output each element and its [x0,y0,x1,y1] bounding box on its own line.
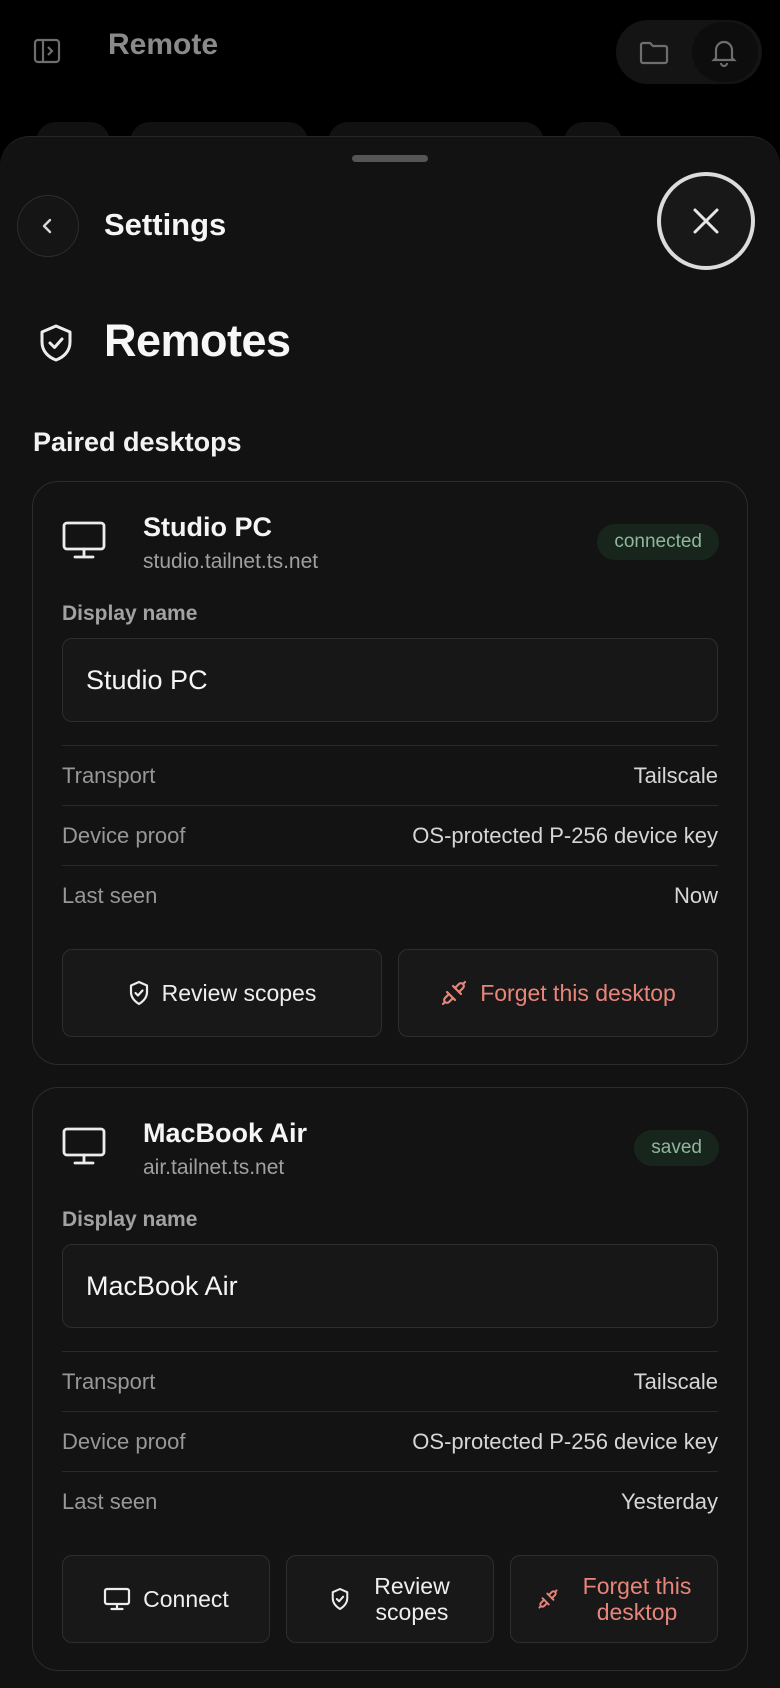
forget-desktop-button[interactable]: Forget this desktop [510,1555,718,1643]
info-row-last-seen: Last seen Now [62,865,718,925]
subsection-title: Paired desktops [33,427,242,457]
review-scopes-button[interactable]: Review scopes [286,1555,494,1643]
info-row-device-proof: Device proof OS-protected P-256 device k… [62,1411,718,1471]
desktop-name: Studio PC [143,512,272,542]
unplug-icon [442,980,467,1006]
close-button[interactable] [657,172,755,270]
row-value: Now [673,882,718,908]
desktop-card: Studio PC studio.tailnet.ts.net connecte… [32,481,748,1065]
desktop-host: studio.tailnet.ts.net [143,550,319,573]
close-icon [693,208,719,234]
button-label: Forget this desktop [571,1573,692,1625]
bell-icon[interactable] [708,36,740,68]
button-label: Review scopes [362,1573,449,1625]
shield-check-icon [129,980,148,1006]
row-value: OS-protected P-256 device key [412,822,718,848]
settings-sheet: Settings Remotes Paired desktops Studio … [0,136,780,1688]
row-value: Tailscale [633,1368,718,1394]
row-value: Yesterday [620,1488,718,1514]
row-value: OS-protected P-256 device key [412,1428,718,1454]
shield-check-icon [40,324,72,362]
button-label: Review scopes [161,980,317,1006]
back-button[interactable] [17,195,79,257]
button-label-line: Review [374,1573,450,1599]
info-row-transport: Transport Tailscale [62,745,718,805]
unplug-icon [538,1589,558,1609]
button-label-line: Forget this [582,1573,692,1599]
button-label: Connect [143,1586,229,1612]
row-label: Transport [62,1368,156,1394]
sheet-title: Settings [104,207,227,242]
status-badge: connected [597,524,719,560]
row-label: Device proof [62,822,186,848]
section-title: Remotes [104,315,291,366]
folder-icon[interactable] [638,36,670,68]
row-label: Last seen [62,882,158,908]
desktop-name: MacBook Air [143,1118,308,1148]
display-name-label: Display name [62,602,198,625]
sheet-grabber[interactable] [352,155,428,162]
info-row-last-seen: Last seen Yesterday [62,1471,718,1531]
review-scopes-button[interactable]: Review scopes [62,949,382,1037]
chevron-left-icon [42,218,52,234]
desktop-card: MacBook Air air.tailnet.ts.net saved Dis… [32,1087,748,1671]
button-label: Forget this desktop [480,980,676,1006]
app-header: Remote [0,0,780,162]
row-label: Transport [62,762,156,788]
display-name-input[interactable] [62,638,718,722]
row-value: Tailscale [633,762,718,788]
sidebar-toggle-icon[interactable] [32,36,62,66]
display-name-input[interactable] [62,1244,718,1328]
monitor-icon [62,521,106,559]
row-label: Device proof [62,1428,186,1454]
status-badge: saved [634,1130,719,1166]
monitor-icon [62,1127,106,1165]
button-label-line: desktop [596,1599,678,1625]
info-row-transport: Transport Tailscale [62,1351,718,1411]
display-name-label: Display name [62,1208,198,1231]
forget-desktop-button[interactable]: Forget this desktop [398,949,718,1037]
desktop-host: air.tailnet.ts.net [143,1156,285,1179]
shield-check-icon [332,1588,349,1610]
connect-button[interactable]: Connect [62,1555,270,1643]
info-row-device-proof: Device proof OS-protected P-256 device k… [62,805,718,865]
app-title: Remote [108,28,219,61]
row-label: Last seen [62,1488,158,1514]
button-label-line: scopes [375,1599,449,1625]
monitor-icon [104,1587,131,1611]
